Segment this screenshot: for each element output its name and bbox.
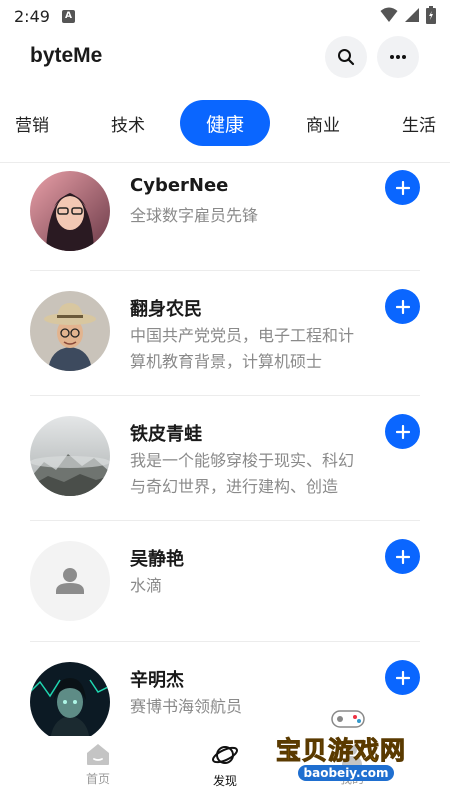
avatar[interactable] — [30, 291, 110, 371]
user-list: CyberNee 全球数字雇员先锋 翻身农民 中国共产党党员，电子工程和计算机教… — [0, 163, 450, 736]
user-name: 辛明杰 — [130, 670, 184, 691]
user-description: 全球数字雇员先锋 — [130, 206, 259, 225]
avatar[interactable] — [30, 662, 110, 736]
more-icon — [390, 55, 406, 59]
list-item[interactable]: CyberNee 全球数字雇员先锋 — [0, 163, 450, 287]
follow-button[interactable] — [385, 660, 420, 695]
notification-icon: A — [61, 9, 75, 23]
planet-icon — [212, 746, 238, 764]
plus-icon — [395, 180, 410, 195]
tab-life[interactable]: 生活 — [387, 100, 450, 146]
user-description: 水滴 — [130, 576, 163, 595]
category-tabs: 营销 技术 健康 商业 生活 — [0, 100, 450, 148]
follow-button[interactable] — [385, 170, 420, 205]
app-header: byteMe — [0, 34, 450, 80]
status-icons — [380, 6, 436, 24]
list-item[interactable]: 铁皮青蛙 我是一个能够穿梭于现实、科幻与奇幻世界，进行建构、创造 — [0, 396, 450, 520]
home-icon — [87, 744, 109, 765]
nav-label: 首页 — [85, 772, 110, 786]
wifi-icon — [380, 7, 398, 22]
user-name: CyberNee — [130, 175, 229, 196]
search-icon — [338, 49, 355, 66]
list-item[interactable]: 翻身农民 中国共产党党员，电子工程和计算机教育背景，计算机硕士 — [0, 271, 450, 395]
tab-tech[interactable]: 技术 — [96, 100, 160, 146]
search-button[interactable] — [325, 36, 367, 78]
watermark: 宝贝游戏网 baobeiy.com — [270, 705, 430, 800]
tab-health[interactable]: 健康 — [180, 100, 270, 146]
user-description: 我是一个能够穿梭于现实、科幻与奇幻世界，进行建构、创造 — [130, 451, 355, 496]
plus-icon — [395, 299, 410, 314]
watermark-text: 宝贝游戏网 — [275, 736, 407, 766]
gamepad-icon — [331, 710, 365, 728]
tab-marketing[interactable]: 营销 — [0, 100, 64, 146]
status-bar: 2:49 A — [0, 0, 450, 32]
person-icon — [56, 568, 84, 594]
avatar[interactable] — [30, 416, 110, 496]
follow-button[interactable] — [385, 289, 420, 324]
follow-button[interactable] — [385, 414, 420, 449]
watermark-url: baobeiy.com — [298, 765, 394, 781]
more-button[interactable] — [377, 36, 419, 78]
status-time: 2:49 — [14, 6, 50, 26]
app-title: byteMe — [30, 44, 103, 67]
nav-discover[interactable]: 发现 — [195, 742, 255, 789]
user-description: 中国共产党党员，电子工程和计算机教育背景，计算机硕士 — [130, 326, 355, 371]
avatar[interactable] — [30, 171, 110, 251]
plus-icon — [395, 670, 410, 685]
user-name: 铁皮青蛙 — [130, 424, 202, 445]
plus-icon — [395, 549, 410, 564]
battery-icon — [426, 6, 436, 24]
nav-label: 发现 — [212, 774, 237, 788]
nav-home[interactable]: 首页 — [68, 742, 128, 787]
avatar[interactable] — [30, 541, 110, 621]
signal-icon — [405, 8, 419, 22]
tab-business[interactable]: 商业 — [291, 100, 355, 146]
list-item[interactable]: 吴静艳 水滴 — [0, 521, 450, 645]
follow-button[interactable] — [385, 539, 420, 574]
user-name: 吴静艳 — [130, 549, 184, 570]
plus-icon — [395, 424, 410, 439]
user-name: 翻身农民 — [130, 299, 202, 320]
